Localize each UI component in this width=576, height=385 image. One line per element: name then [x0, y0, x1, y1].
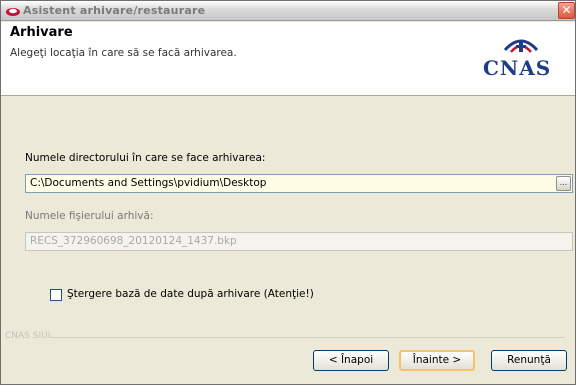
directory-field[interactable]: C:\Documents and Settings\pvidium\Deskto…: [25, 174, 573, 193]
archive-filename-field: RECS_372960698_20120124_1437.bkp: [25, 232, 573, 251]
logo-text: CNAS: [483, 56, 552, 80]
directory-label: Numele directorului în care se face arhi…: [25, 152, 266, 164]
footer-brand: CNAS SIUI: [5, 331, 51, 341]
window-title: Asistent arhivare/restaurare: [23, 4, 206, 17]
archive-filename-label: Numele fişierului arhivă:: [25, 210, 154, 222]
archive-wizard-icon: [6, 8, 20, 16]
wizard-header: Arhivare Alegeţi locaţia în care să se f…: [1, 22, 575, 96]
cnas-emblem-icon: [503, 39, 539, 53]
close-button[interactable]: ✕: [558, 2, 575, 19]
archive-wizard-window: Asistent arhivare/restaurare ✕ Arhivare …: [0, 0, 576, 385]
title-bar[interactable]: Asistent arhivare/restaurare ✕: [1, 1, 575, 21]
footer-divider: [50, 337, 565, 338]
cnas-logo: CNAS: [479, 30, 565, 88]
next-button[interactable]: Înainte >: [399, 350, 475, 371]
back-button[interactable]: < Înapoi: [313, 350, 389, 371]
cancel-button[interactable]: Renunţă: [491, 350, 567, 371]
delete-database-checkbox[interactable]: [50, 289, 62, 301]
page-subtitle: Alegeţi locaţia în care să se facă arhiv…: [10, 47, 237, 59]
close-icon: ✕: [561, 3, 572, 17]
browse-button[interactable]: ...: [556, 176, 571, 191]
delete-database-label[interactable]: Ştergere bază de date după arhivare (Ate…: [67, 288, 314, 300]
page-title: Arhivare: [10, 25, 73, 40]
